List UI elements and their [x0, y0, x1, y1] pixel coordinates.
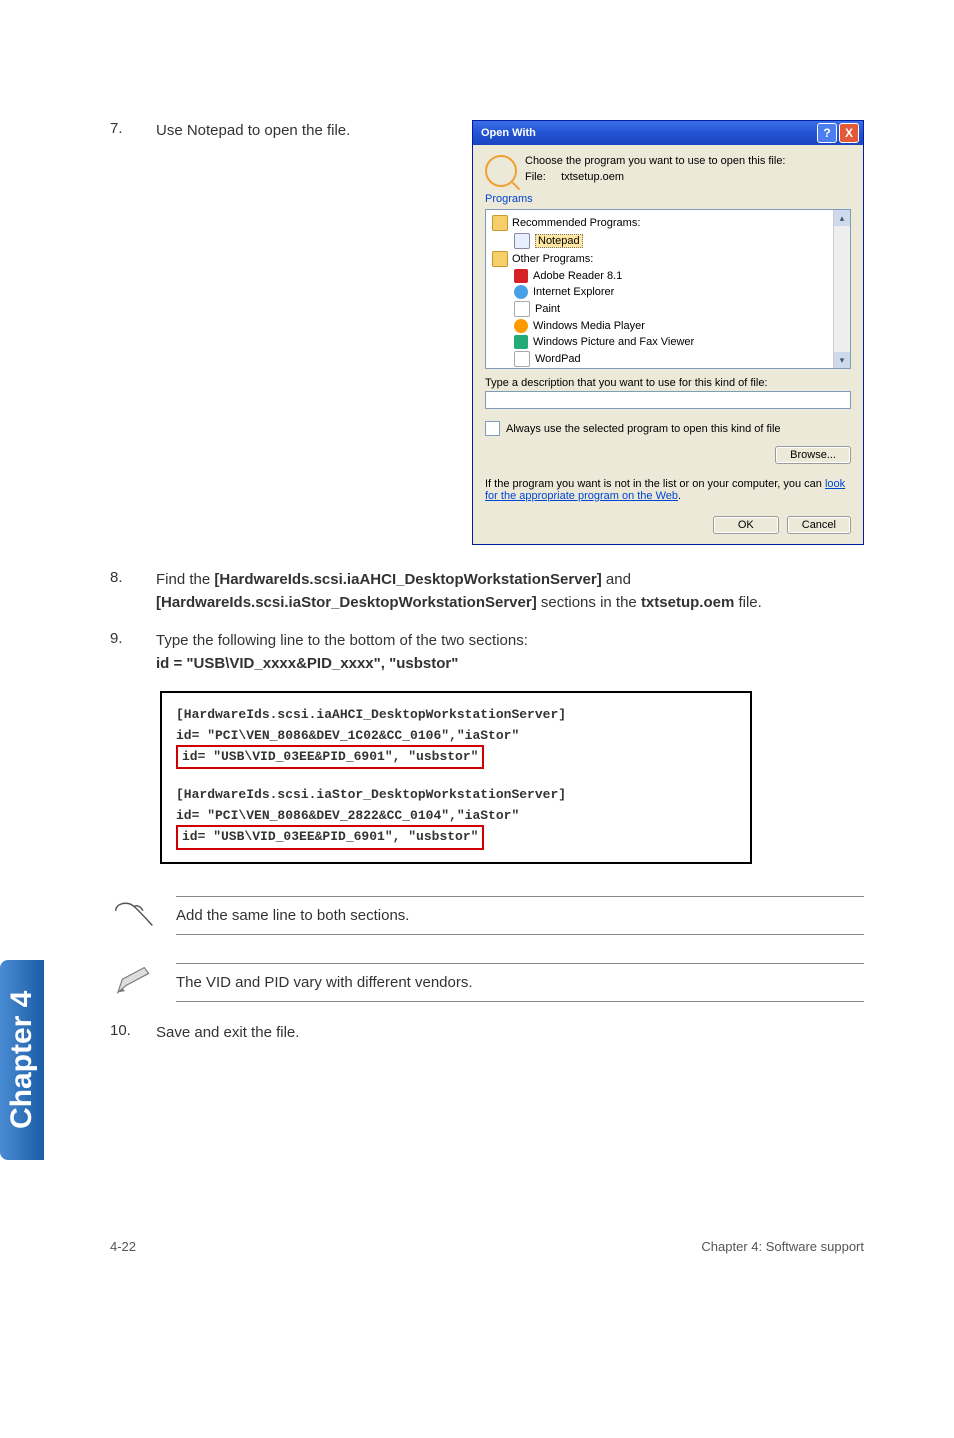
step-text: Type the following line to the bottom of…	[156, 630, 864, 675]
notepad-icon	[514, 233, 530, 249]
program-listbox[interactable]: Recommended Programs: Notepad Other Prog…	[485, 209, 851, 369]
note-pencil-icon	[110, 963, 158, 1002]
list-item[interactable]: Paint	[488, 300, 848, 318]
dialog-titlebar: Open With ? X	[473, 121, 863, 145]
description-label: Type a description that you want to use …	[485, 377, 851, 389]
scroll-down-icon[interactable]: ▾	[834, 352, 850, 368]
cancel-button[interactable]: Cancel	[787, 516, 851, 534]
step-text: Find the [HardwareIds.scsi.iaAHCI_Deskto…	[156, 569, 864, 614]
step-text: Save and exit the file.	[156, 1022, 864, 1045]
step-number: 10.	[110, 1022, 156, 1039]
close-button[interactable]: X	[839, 123, 859, 143]
chapter-side-tab: Chapter 4	[0, 960, 44, 1160]
wmp-icon	[514, 319, 528, 333]
step-number: 7.	[110, 120, 156, 137]
wordpad-icon	[514, 351, 530, 367]
note-text: Add the same line to both sections.	[176, 896, 864, 935]
paint-icon	[514, 301, 530, 317]
folder-icon	[492, 251, 508, 267]
programs-label: Programs	[485, 193, 851, 205]
highlighted-code-line: id= "USB\VID_03EE&PID_6901", "usbstor"	[176, 745, 484, 770]
choose-program-label: Choose the program you want to use to op…	[525, 155, 786, 167]
page-number: 4-22	[110, 1239, 136, 1254]
note-text: The VID and PID vary with different vend…	[176, 963, 864, 1002]
web-lookup-note: If the program you want is not in the li…	[485, 478, 851, 502]
highlighted-code-line: id= "USB\VID_03EE&PID_6901", "usbstor"	[176, 825, 484, 850]
open-with-dialog: Open With ? X Choose the program you wan…	[472, 120, 864, 545]
step-text: Use Notepad to open the file.	[156, 120, 456, 143]
code-line: [HardwareIds.scsi.iaAHCI_DesktopWorkstat…	[176, 705, 736, 726]
pdf-icon	[514, 269, 528, 283]
list-item[interactable]: WordPad	[488, 350, 848, 368]
help-button[interactable]: ?	[817, 123, 837, 143]
folder-icon	[492, 215, 508, 231]
code-block: [HardwareIds.scsi.iaAHCI_DesktopWorkstat…	[160, 691, 752, 864]
ok-button[interactable]: OK	[713, 516, 779, 534]
code-line: id= "PCI\VEN_8086&DEV_1C02&CC_0106","iaS…	[176, 726, 736, 747]
list-item-notepad[interactable]: Notepad	[488, 232, 848, 250]
list-item[interactable]: Windows Media Player	[488, 318, 848, 334]
group-other: Other Programs:	[512, 253, 593, 265]
always-use-label: Always use the selected program to open …	[506, 423, 781, 435]
file-name: txtsetup.oem	[561, 171, 624, 183]
picture-viewer-icon	[514, 335, 528, 349]
search-icon	[485, 155, 517, 187]
note-hand-icon	[110, 896, 158, 935]
always-use-checkbox[interactable]	[485, 421, 500, 436]
scrollbar[interactable]: ▴ ▾	[833, 210, 850, 368]
list-item[interactable]: Internet Explorer	[488, 284, 848, 300]
scroll-up-icon[interactable]: ▴	[834, 210, 850, 226]
group-recommended: Recommended Programs:	[512, 217, 640, 229]
file-label: File:	[525, 171, 546, 183]
step-number: 9.	[110, 630, 156, 647]
browse-button[interactable]: Browse...	[775, 446, 851, 464]
list-item[interactable]: Windows Picture and Fax Viewer	[488, 334, 848, 350]
list-item[interactable]: Adobe Reader 8.1	[488, 268, 848, 284]
step-number: 8.	[110, 569, 156, 586]
dialog-title: Open With	[481, 127, 536, 139]
code-line: id= "PCI\VEN_8086&DEV_2822&CC_0104","iaS…	[176, 806, 736, 827]
description-input[interactable]	[485, 391, 851, 409]
code-line: [HardwareIds.scsi.iaStor_DesktopWorkstat…	[176, 785, 736, 806]
footer-chapter-label: Chapter 4: Software support	[701, 1239, 864, 1254]
ie-icon	[514, 285, 528, 299]
